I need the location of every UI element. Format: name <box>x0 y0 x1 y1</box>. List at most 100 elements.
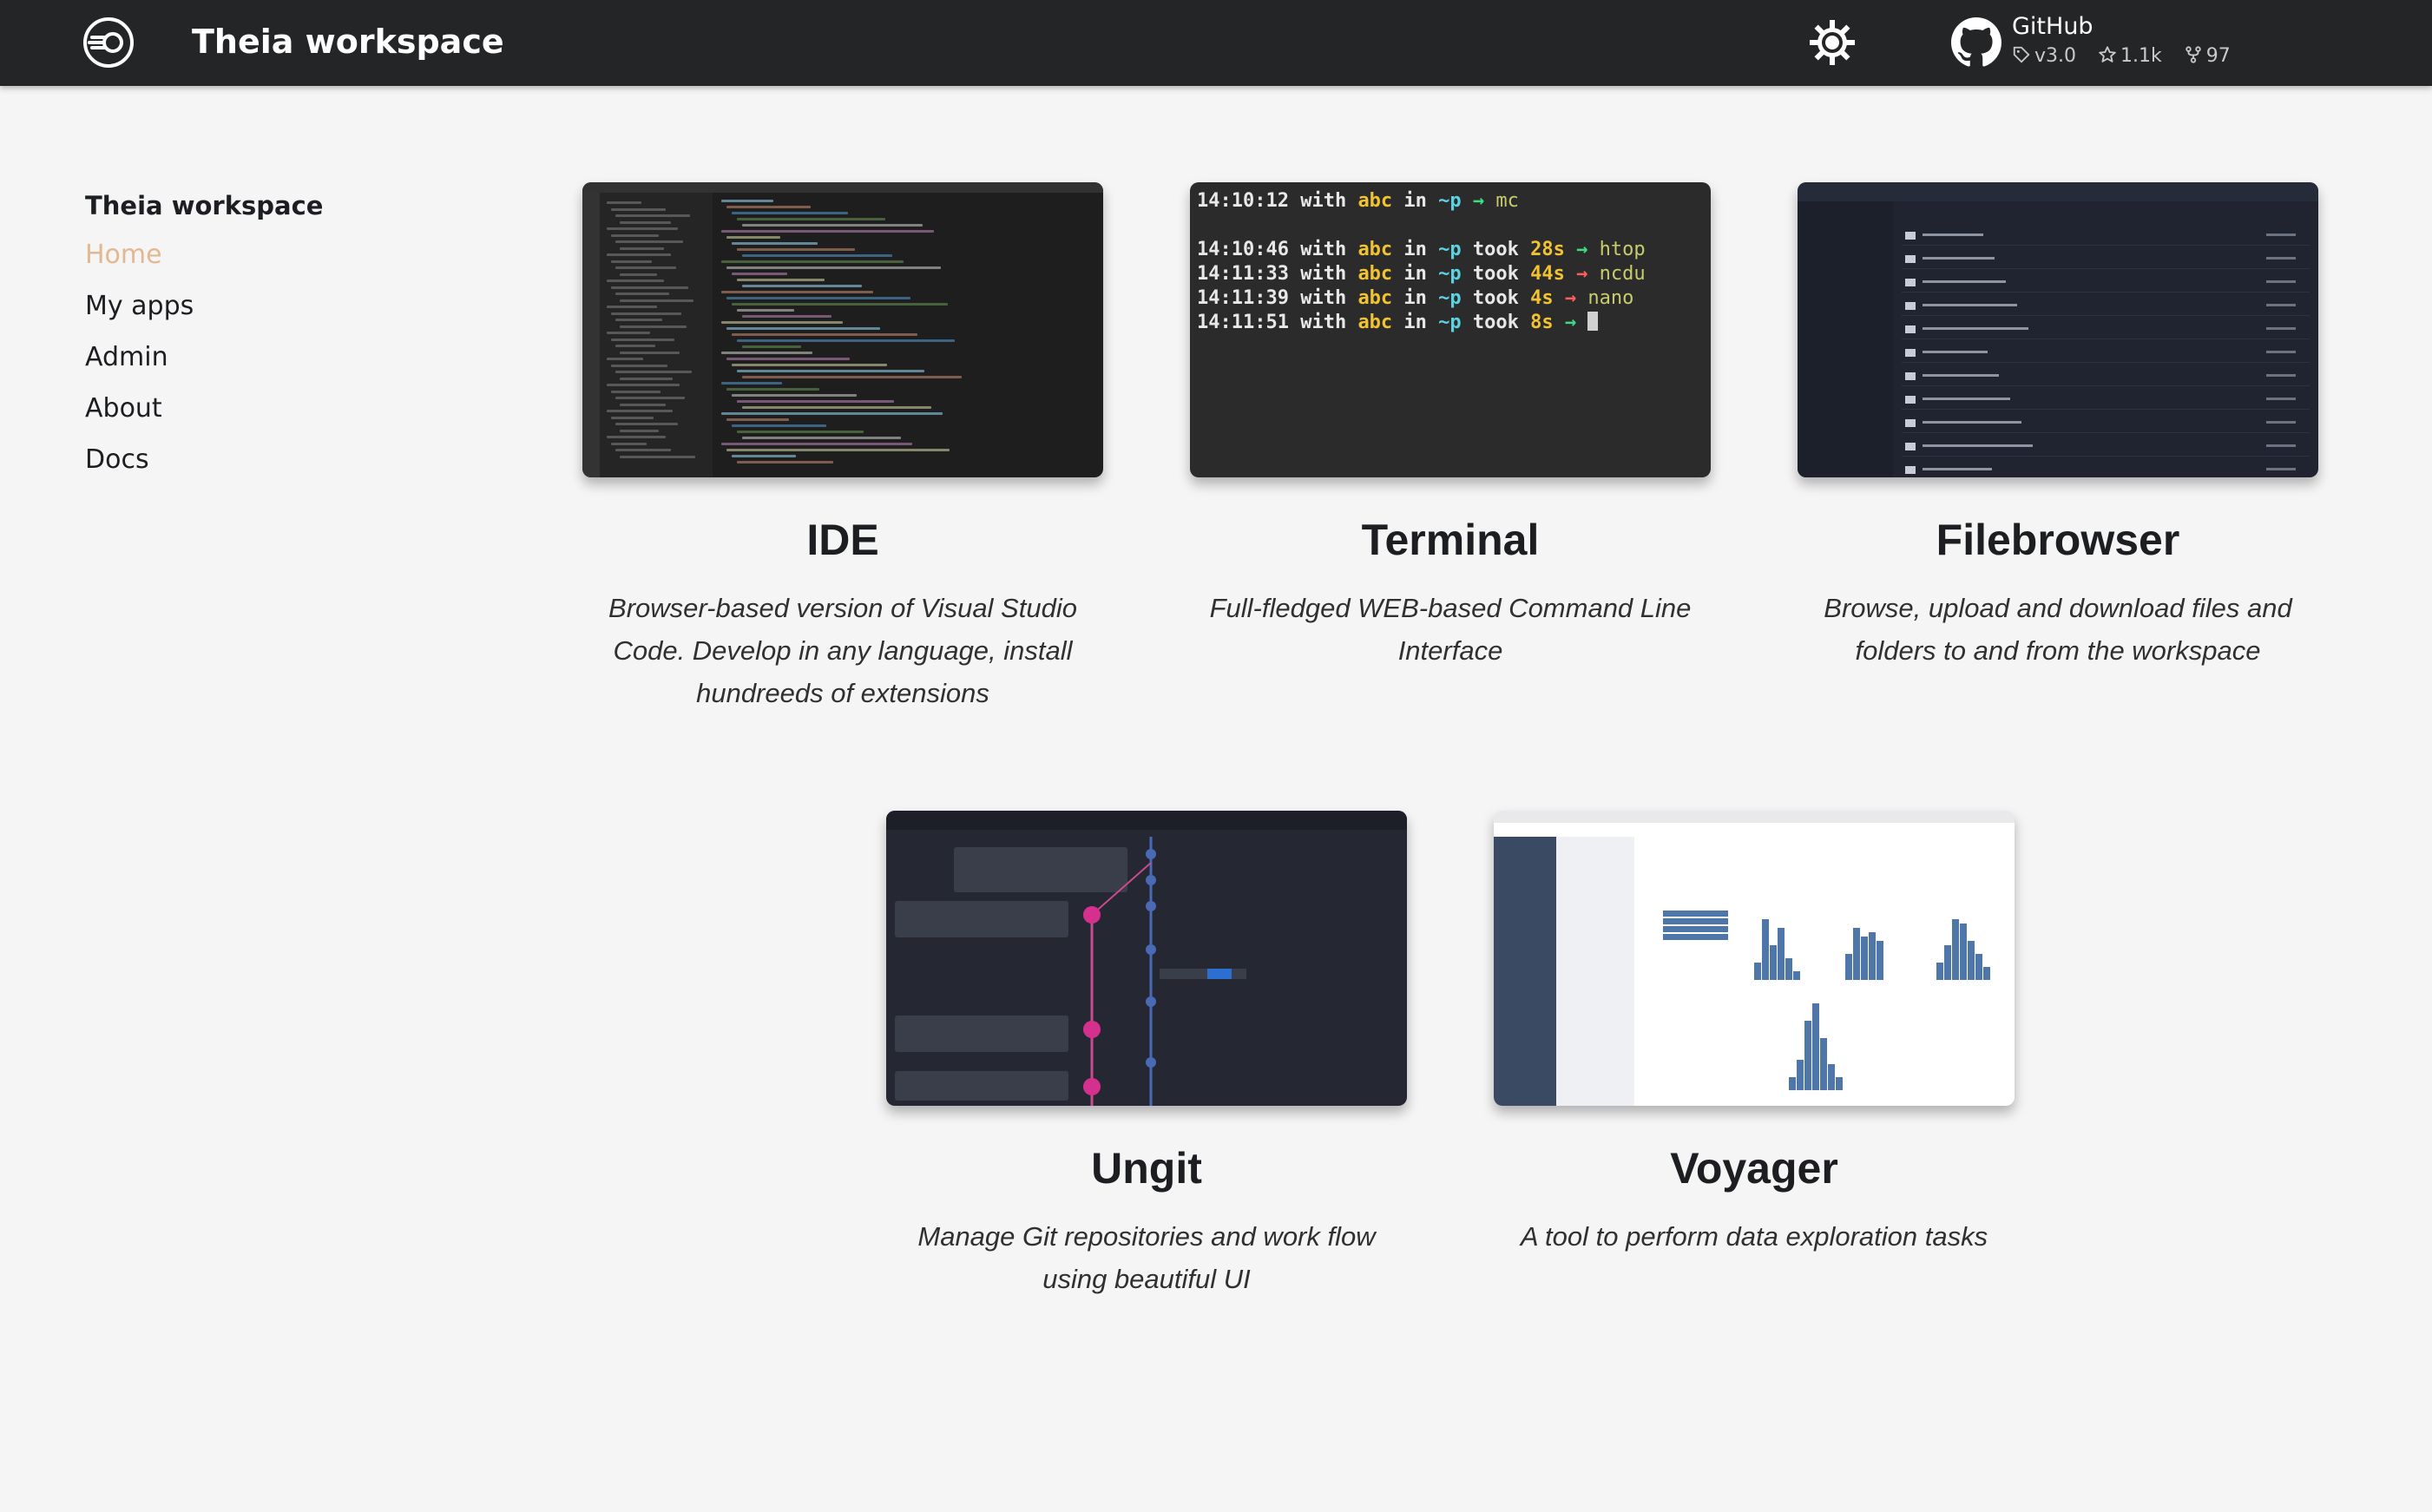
voyager-bar <box>1960 924 1967 980</box>
voyager-bar <box>1663 926 1728 932</box>
app-description-filebrowser: Browse, upload and download files and fo… <box>1824 593 2292 666</box>
ide-code-line <box>737 309 794 312</box>
ide-code-line <box>726 206 811 208</box>
filebrowser-row-date <box>2266 257 2296 260</box>
filebrowser-row-name <box>1923 304 2017 306</box>
ide-tree-line <box>615 371 692 373</box>
ide-code-line <box>737 400 894 403</box>
voyager-browser-bar <box>1494 811 2015 823</box>
filebrowser-row-name <box>1923 233 1983 236</box>
ide-tree-line <box>615 423 678 425</box>
ide-tree-line <box>607 253 671 256</box>
ide-tree-line <box>611 286 688 289</box>
ide-tree-line <box>611 207 666 211</box>
filebrowser-row-date <box>2266 398 2296 400</box>
voyager-bar <box>1853 928 1860 980</box>
ide-tree-line <box>607 384 680 386</box>
voyager-bar <box>1778 928 1785 980</box>
filebrowser-row-name <box>1923 351 1988 353</box>
ide-code-line <box>742 285 862 287</box>
voyager-bar <box>1828 1064 1835 1090</box>
ide-code-line <box>737 218 885 220</box>
ide-code-line <box>726 418 789 421</box>
app-title-ungit[interactable]: Ungit <box>886 1141 1407 1196</box>
sidebar-item-admin[interactable]: Admin <box>85 332 432 383</box>
ide-menubar <box>582 182 1103 193</box>
filebrowser-row-name <box>1923 398 2010 400</box>
ide-code-line <box>737 248 855 251</box>
filebrowser-row-date <box>2266 233 2296 236</box>
folder-icon <box>1905 279 1916 286</box>
folder-icon <box>1905 255 1916 263</box>
filebrowser-screenshot[interactable] <box>1798 182 2318 477</box>
app-card-terminal: 14:10:12 with abc in ~p → mc 14:10:46 wit… <box>1190 182 1711 672</box>
terminal-line: 14:10:46 with abc in ~p took 28s → htop <box>1197 239 1646 260</box>
ide-tree-line <box>615 319 662 321</box>
ide-code-line <box>732 394 857 397</box>
sidebar-item-home[interactable]: Home <box>85 229 432 280</box>
ide-screenshot[interactable] <box>582 182 1103 477</box>
ide-tree-line <box>615 397 685 399</box>
filebrowser-row-name <box>1923 421 2021 424</box>
brand-title[interactable]: Theia workspace <box>192 19 504 64</box>
ide-code-line <box>726 236 780 239</box>
ide-code-line <box>721 291 873 293</box>
voyager-bar <box>1770 945 1777 980</box>
ide-code-line <box>721 230 934 233</box>
filebrowser-row-date <box>2266 444 2296 447</box>
folder-icon <box>1905 302 1916 310</box>
terminal-screenshot[interactable]: 14:10:12 with abc in ~p → mc 14:10:46 wit… <box>1190 182 1711 477</box>
ide-code-line <box>732 424 826 427</box>
voyager-bar <box>1944 945 1951 980</box>
app-card-ungit: Ungit Manage Git repositories and work f… <box>886 811 1407 1300</box>
github-stats: v3.0 1.1k 97 <box>2012 43 2246 69</box>
sidebar-item-my-apps[interactable]: My apps <box>85 280 432 332</box>
ide-tree-line <box>615 449 671 451</box>
filebrowser-row-date <box>2266 421 2296 424</box>
sidebar-item-about[interactable]: About <box>85 383 432 434</box>
ide-code-line <box>721 443 912 445</box>
ide-code-line <box>726 266 941 269</box>
app-title-filebrowser[interactable]: Filebrowser <box>1798 512 2318 568</box>
ide-tree-line <box>611 390 661 393</box>
github-forks-value: 97 <box>2205 45 2231 67</box>
voyager-screenshot[interactable] <box>1494 811 2015 1106</box>
github-link[interactable]: GitHub v3.0 1.1k 97 <box>1951 12 2246 75</box>
ide-tree-line <box>620 351 680 354</box>
voyager-bar <box>1877 941 1883 980</box>
theme-toggle-icon[interactable] <box>1807 17 1857 68</box>
app-title-ide[interactable]: IDE <box>582 512 1103 568</box>
ide-tree-line <box>615 214 690 217</box>
terminal-line: 14:11:39 with abc in ~p took 4s → nano <box>1197 287 1634 309</box>
ide-tree-line <box>611 416 654 419</box>
terminal-line: 14:11:51 with abc in ~p took 8s → <box>1197 311 1646 335</box>
folder-icon <box>1905 325 1916 333</box>
voyager-bar <box>1793 971 1800 980</box>
voyager-bar <box>1754 963 1761 980</box>
ide-activity-bar <box>582 193 600 477</box>
folder-icon <box>1905 419 1916 427</box>
ide-code-line <box>721 412 943 415</box>
filebrowser-row-name <box>1923 468 1992 470</box>
ungit-screenshot[interactable] <box>886 811 1407 1106</box>
filebrowser-row-date <box>2266 280 2296 283</box>
logo-icon[interactable] <box>82 16 135 69</box>
ide-tree-line <box>607 227 678 230</box>
ide-code-line <box>721 200 773 202</box>
ide-tree-line <box>620 299 693 302</box>
ide-tree-line <box>611 442 647 445</box>
ide-tree-line <box>611 312 681 315</box>
ide-code-line <box>742 224 923 227</box>
ide-tree-line <box>607 201 641 204</box>
voyager-bar <box>1762 919 1769 980</box>
ide-code-line <box>732 364 887 366</box>
ide-code-line <box>742 376 962 378</box>
app-title-voyager[interactable]: Voyager <box>1494 1141 2015 1196</box>
sidebar-item-docs[interactable]: Docs <box>85 434 432 485</box>
voyager-bar <box>1663 934 1728 940</box>
star-icon <box>2099 46 2116 62</box>
filebrowser-row <box>1902 460 2310 477</box>
app-title-terminal[interactable]: Terminal <box>1190 512 1711 568</box>
ide-code-line <box>737 431 864 433</box>
voyager-bar <box>1975 954 1982 980</box>
